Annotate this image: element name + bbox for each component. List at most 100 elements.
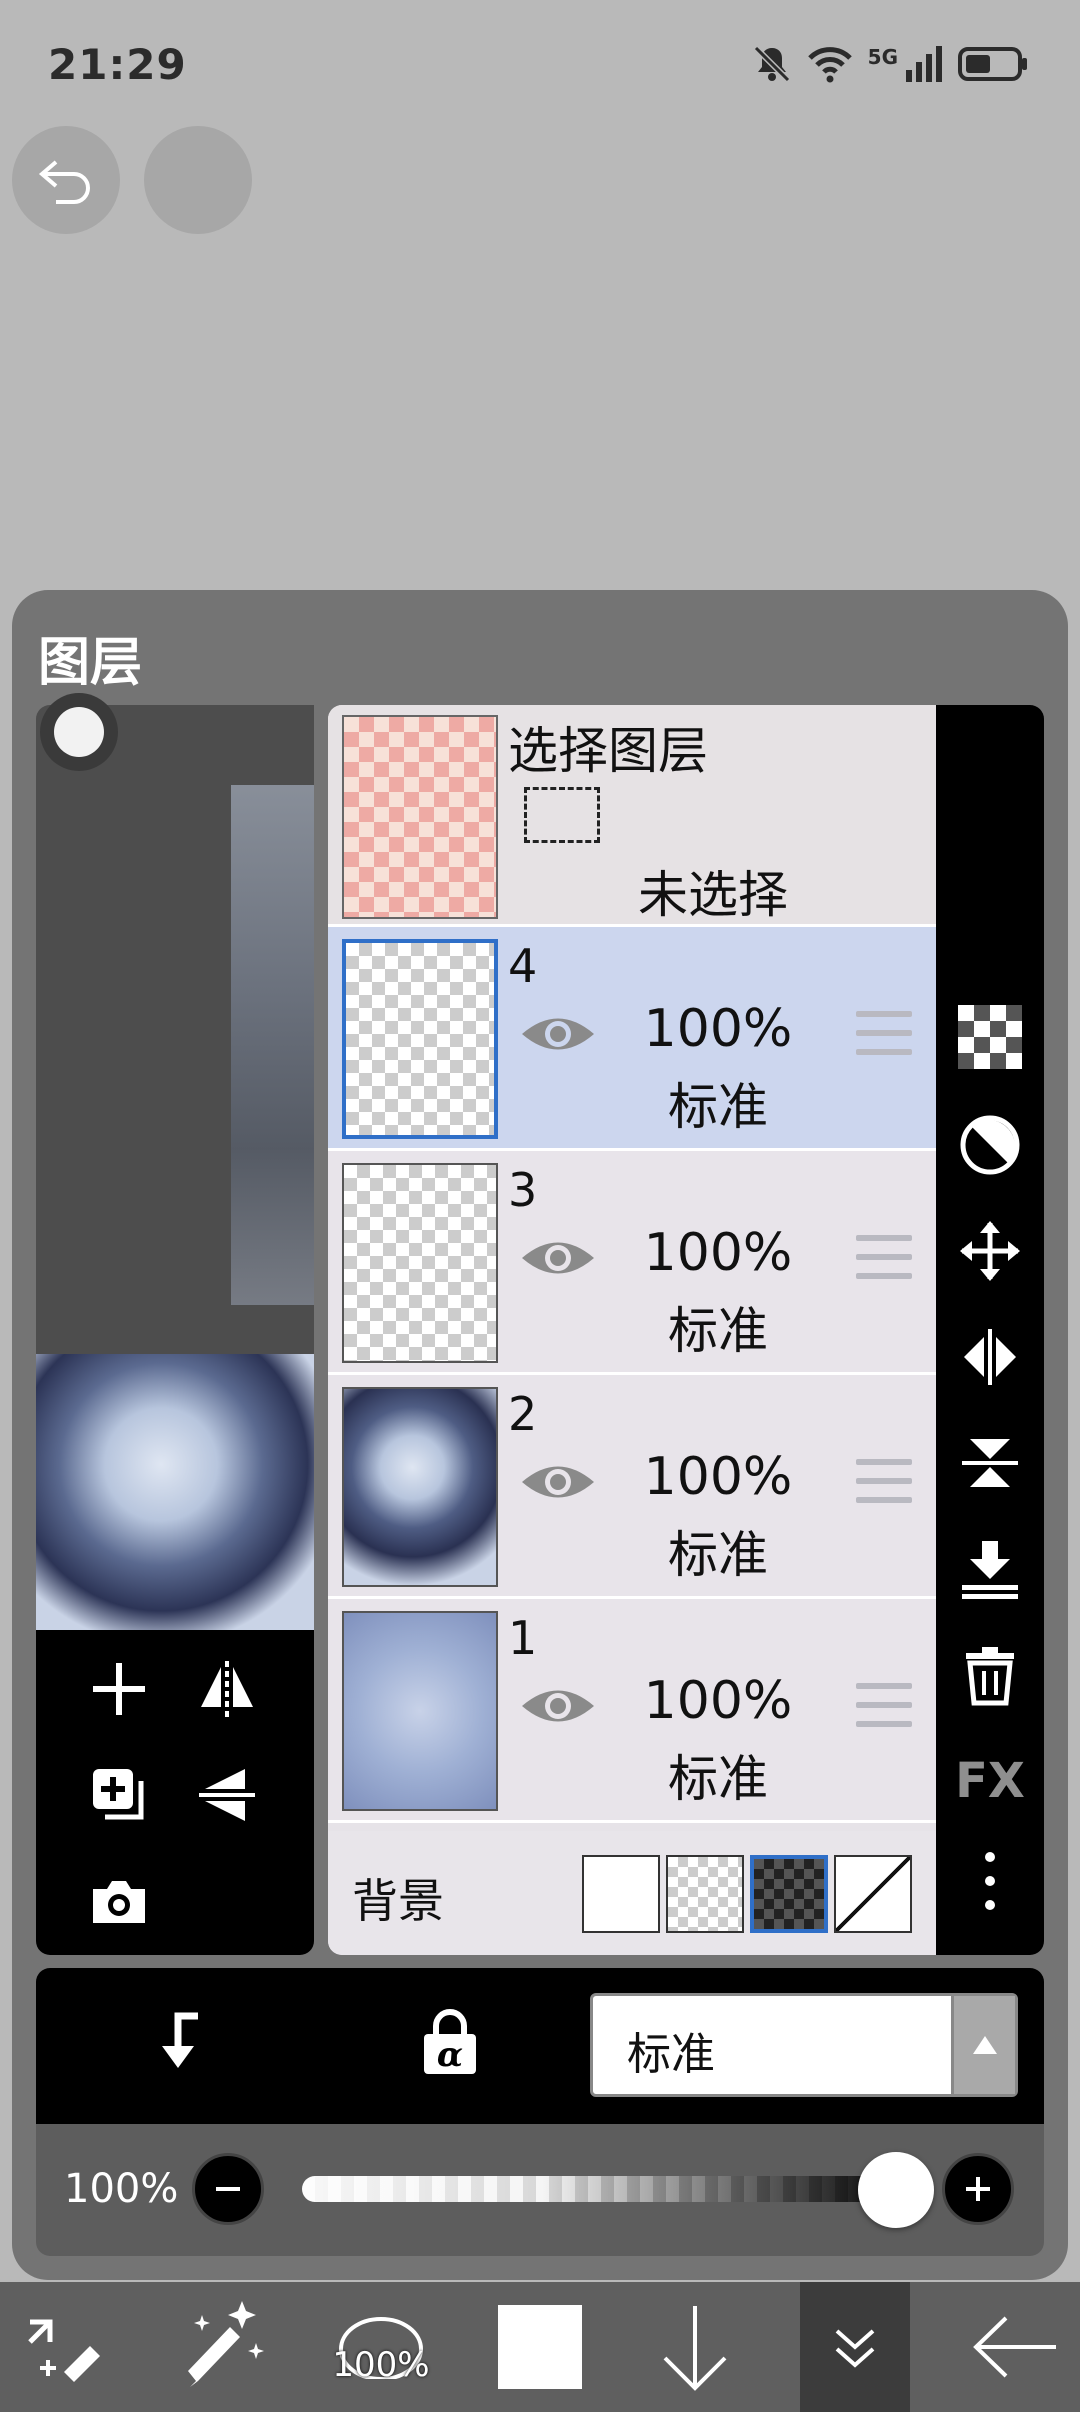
drag-handle-icon[interactable] [856, 1011, 912, 1057]
magic-pencil-icon [188, 2301, 264, 2387]
opacity-decrease-button[interactable] [192, 2153, 264, 2225]
layer-list: 选择图层 未选择 4 100% 标准 3 100% 标准 2 100% 标准 1… [328, 705, 936, 1955]
blend-mode-select[interactable]: 标准 [590, 1993, 1018, 2097]
transparency-button[interactable] [950, 997, 1030, 1077]
layer-number: 3 [508, 1163, 538, 1217]
preview-toggle-button[interactable] [40, 693, 118, 771]
layer-opacity: 100% [643, 999, 793, 1059]
half-circle-icon [960, 1115, 1020, 1175]
transform-tool-button[interactable] [10, 2282, 120, 2412]
layer-blend-mode: 标准 [668, 1750, 768, 1808]
bottom-nav: 100% [0, 2282, 1080, 2412]
dropdown-arrow-icon[interactable] [951, 1996, 1015, 2094]
merge-down-button[interactable] [950, 1529, 1030, 1609]
flip-horizontal-right-button[interactable] [950, 1317, 1030, 1397]
move-button[interactable] [950, 1211, 1030, 1291]
selection-state: 未选择 [638, 866, 788, 924]
color-swatch [498, 2305, 582, 2389]
camera-icon [93, 1881, 145, 1923]
camera-button[interactable] [74, 1856, 164, 1946]
vertical-dots-icon [985, 1852, 995, 1910]
trash-icon [966, 1647, 1014, 1706]
layer-blend-mode: 标准 [668, 1302, 768, 1360]
opacity-slider-thumb[interactable] [858, 2152, 934, 2228]
flip-vertical-button[interactable] [182, 1750, 272, 1840]
clip-button[interactable] [950, 1105, 1030, 1185]
checkerboard-icon [958, 1005, 1022, 1069]
alpha-lock-button[interactable]: α [410, 2002, 490, 2082]
layer-row-4[interactable]: 4 100% 标准 [328, 927, 936, 1151]
left-toolbar [36, 1630, 314, 1955]
status-time: 21:29 [48, 40, 187, 89]
flip-vertical-right-button[interactable] [950, 1423, 1030, 1503]
drag-handle-icon[interactable] [856, 1683, 912, 1729]
right-toolbar: FX [936, 705, 1044, 1955]
layer-thumbnail [342, 1387, 498, 1587]
undo-button[interactable] [12, 126, 120, 234]
opacity-increase-button[interactable] [942, 2153, 1014, 2225]
layer-thumbnail [342, 939, 498, 1139]
opacity-slider-track[interactable] [302, 2176, 902, 2202]
layer-thumbnail [342, 1611, 498, 1811]
more-options-button[interactable] [950, 1841, 1030, 1921]
status-icons: 5G [752, 44, 1030, 84]
eye-icon[interactable] [518, 1681, 598, 1731]
eye-icon[interactable] [518, 1457, 598, 1507]
clipping-button[interactable] [136, 2002, 216, 2082]
drag-handle-icon[interactable] [856, 1459, 912, 1505]
flip-horizontal-icon [201, 1661, 253, 1717]
layer-row-3[interactable]: 3 100% 标准 [328, 1151, 936, 1375]
merge-down-icon [962, 1541, 1018, 1599]
eye-icon[interactable] [518, 1233, 598, 1283]
drag-handle-icon[interactable] [856, 1235, 912, 1281]
transform-eraser-icon [28, 2319, 100, 2382]
plus-icon [93, 1663, 145, 1715]
signal-icon [906, 46, 942, 82]
background-row: 背景 [328, 1831, 936, 1955]
selection-thumbnail [342, 715, 498, 919]
background-white-option[interactable] [582, 1855, 660, 1933]
background-none-option[interactable] [834, 1855, 912, 1933]
select-layer-row[interactable]: 选择图层 未选择 [328, 705, 936, 927]
layer-row-2[interactable]: 2 100% 标准 [328, 1375, 936, 1599]
fx-label: FX [955, 1753, 1025, 1809]
layer-number: 4 [508, 939, 538, 993]
layer-blend-mode: 标准 [668, 1526, 768, 1584]
selection-marquee-icon [524, 787, 600, 843]
arrow-left-icon [973, 2316, 1056, 2378]
arrow-down-icon [663, 2306, 727, 2391]
redo-button[interactable] [144, 126, 252, 234]
flip-horizontal-button[interactable] [182, 1644, 272, 1734]
blend-mode-value: 标准 [627, 2029, 715, 2080]
add-layer-button[interactable] [74, 1644, 164, 1734]
layer-opacity: 100% [643, 1447, 793, 1507]
select-layer-title: 选择图层 [508, 722, 708, 780]
mute-bell-icon [753, 45, 790, 83]
layer-number: 2 [508, 1387, 538, 1441]
minus-icon [216, 2187, 240, 2191]
eye-icon[interactable] [518, 1009, 598, 1059]
delete-layer-button[interactable] [950, 1635, 1030, 1715]
duplicate-layer-button[interactable] [74, 1750, 164, 1840]
layers-button[interactable] [800, 2282, 910, 2412]
panel-title: 图层 [38, 633, 143, 693]
chevron-double-down-icon [835, 2329, 875, 2368]
preview-strip [231, 785, 314, 1305]
magic-brush-button[interactable] [160, 2282, 280, 2412]
canvas-preview-image [36, 1354, 314, 1630]
plus-icon [966, 2177, 990, 2201]
layer-number: 1 [508, 1611, 538, 1665]
layer-down-button[interactable] [640, 2282, 750, 2412]
background-checker-dark-option[interactable] [750, 1855, 828, 1933]
layer-row-1[interactable]: 1 100% 标准 [328, 1599, 936, 1823]
brush-size-label: 100% [332, 2345, 430, 2385]
flip-vertical-icon [962, 1439, 1018, 1487]
flip-horizontal-icon [964, 1329, 1016, 1385]
layer-thumbnail [342, 1163, 498, 1363]
back-button[interactable] [960, 2282, 1070, 2412]
color-button[interactable] [490, 2282, 590, 2412]
fx-button[interactable]: FX [950, 1741, 1030, 1821]
brush-size-button[interactable]: 100% [316, 2282, 446, 2412]
background-checker-light-option[interactable] [666, 1855, 744, 1933]
svg-text:α: α [437, 2035, 463, 2075]
